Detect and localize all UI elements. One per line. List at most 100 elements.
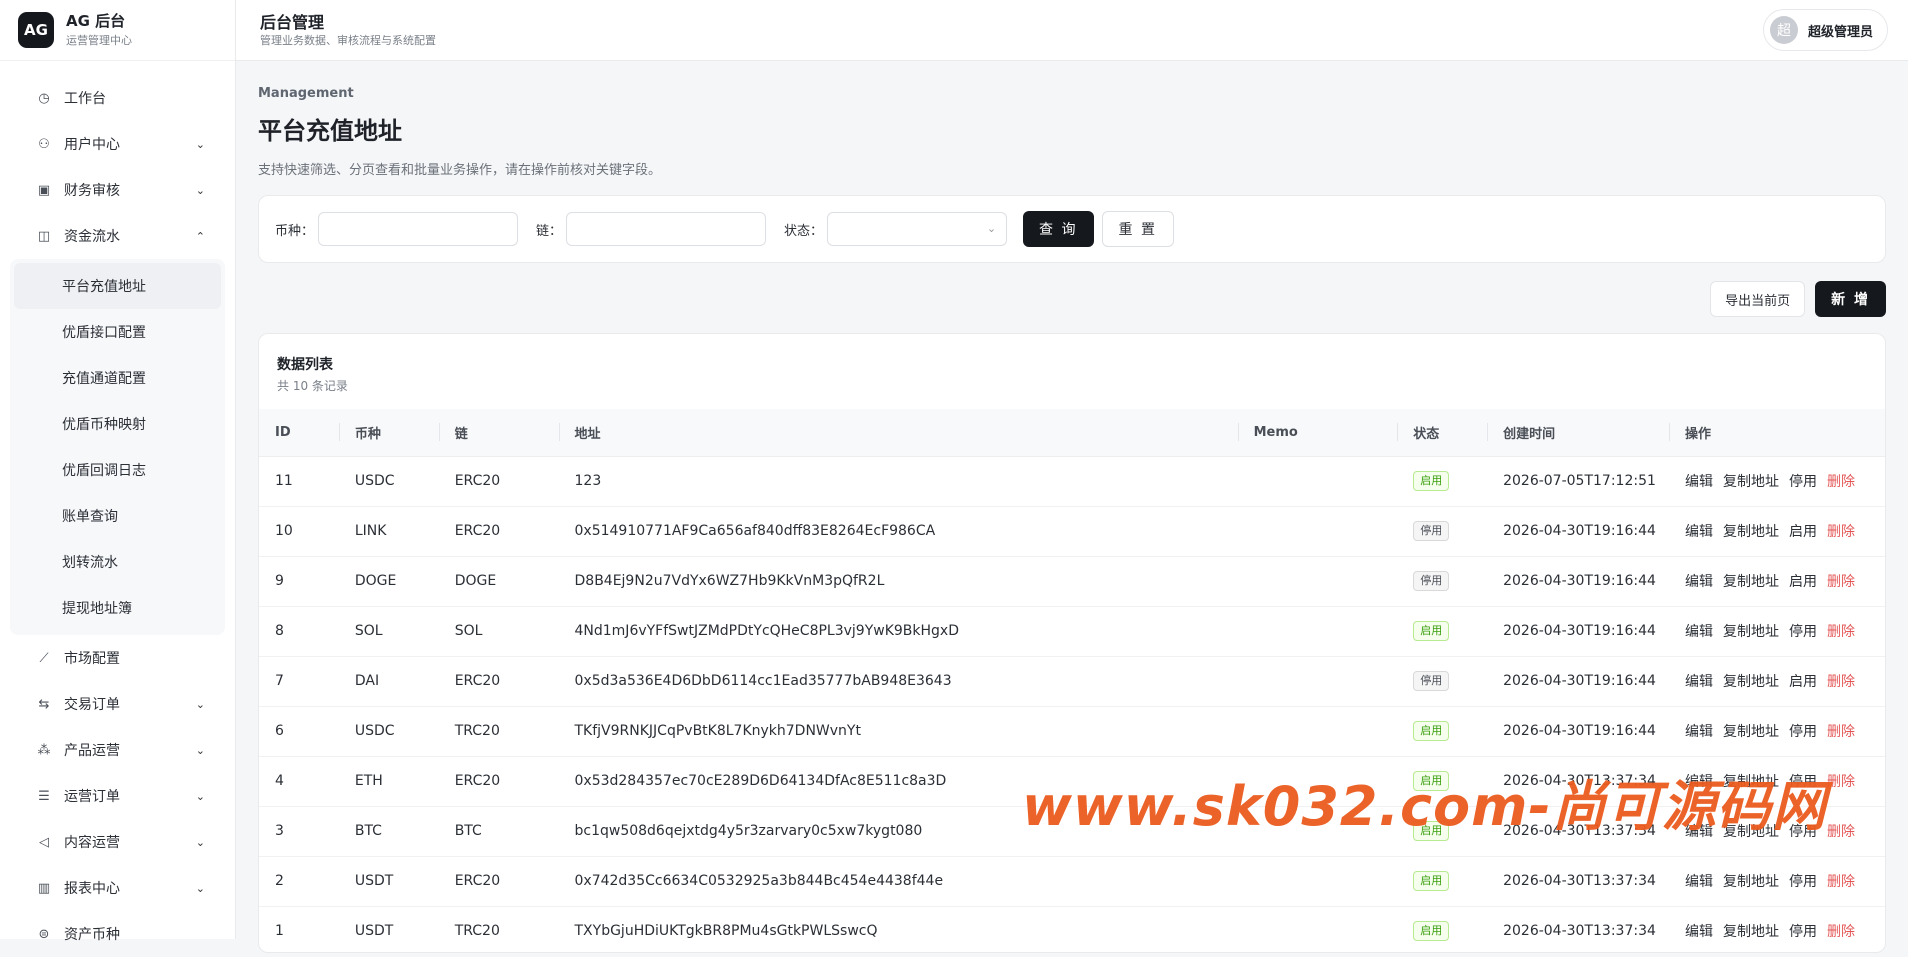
chevron-icon: ⌄ — [195, 137, 205, 151]
status-badge: 启用 — [1413, 821, 1450, 841]
cell-status: 启用 — [1397, 756, 1488, 807]
sidebar-item-label: 资产币种 — [64, 927, 120, 943]
submenu-item[interactable]: 优盾回调日志 — [10, 447, 225, 493]
sidebar-item[interactable]: ◷ 工作台 — [0, 75, 235, 121]
submenu-item[interactable]: 优盾接口配置 — [10, 309, 225, 355]
sidebar-item-label: 产品运营 — [64, 743, 120, 759]
delete-link[interactable]: 删除 — [1827, 724, 1855, 740]
reset-button[interactable]: 重 置 — [1101, 211, 1174, 247]
column-header: 币种 — [338, 409, 439, 457]
cell-operations: 编辑 复制地址 启用 删除 — [1669, 506, 1885, 557]
delete-link[interactable]: 删除 — [1827, 474, 1855, 490]
toggle-status-link[interactable]: 启用 — [1789, 674, 1817, 690]
edit-link[interactable]: 编辑 — [1685, 674, 1713, 690]
submenu-item[interactable]: 账单查询 — [10, 493, 225, 539]
submenu-item[interactable]: 提现地址簿 — [10, 585, 225, 631]
sidebar-item[interactable]: ⊜ 资产币种 — [0, 911, 235, 957]
table-row: 4 ETH ERC20 0x53d284357ec70cE289D6D64134DfA… — [259, 756, 1885, 807]
cell-address: 0x53d284357ec70cE289D6D64134DfAc8E511c8a… — [558, 756, 1238, 807]
sidebar-item[interactable]: ⁂ 产品运营 ⌄ — [0, 727, 235, 773]
delete-link[interactable]: 删除 — [1827, 524, 1855, 540]
sidebar-item[interactable]: ⚇ 用户中心 ⌄ — [0, 121, 235, 167]
copy-address-link[interactable]: 复制地址 — [1723, 724, 1779, 740]
table-title: 数据列表 — [277, 357, 333, 373]
cell-coin: DOGE — [338, 556, 439, 607]
cell-memo — [1237, 906, 1398, 952]
sidebar-item-label: 运营订单 — [64, 789, 120, 805]
export-button[interactable]: 导出当前页 — [1710, 281, 1806, 317]
cell-address: TXYbGjuHDiUKTgkBR8PMu4sGtkPWLSswcQ — [558, 906, 1238, 952]
edit-link[interactable]: 编辑 — [1685, 474, 1713, 490]
sidebar-item[interactable]: ◁ 内容运营 ⌄ — [0, 819, 235, 865]
status-select[interactable]: ⌄ — [827, 212, 1008, 246]
brand[interactable]: AG AG 后台 运营管理中心 — [0, 0, 235, 61]
submenu-item[interactable]: 优盾币种映射 — [10, 401, 225, 447]
edit-link[interactable]: 编辑 — [1685, 574, 1713, 590]
coin-label: 币种： — [275, 223, 315, 239]
cell-id: 10 — [259, 506, 339, 557]
toggle-status-link[interactable]: 停用 — [1789, 874, 1817, 890]
sidebar-item[interactable]: ⟋ 市场配置 — [0, 635, 235, 681]
coin-input[interactable] — [318, 212, 519, 246]
copy-address-link[interactable]: 复制地址 — [1723, 624, 1779, 640]
submenu-item[interactable]: 充值通道配置 — [10, 355, 225, 401]
chain-input[interactable] — [566, 212, 767, 246]
delete-link[interactable]: 删除 — [1827, 874, 1855, 890]
delete-link[interactable]: 删除 — [1827, 824, 1855, 840]
coin-icon: ⊜ — [38, 926, 50, 942]
toggle-status-link[interactable]: 停用 — [1789, 924, 1817, 940]
toggle-status-link[interactable]: 停用 — [1789, 474, 1817, 490]
edit-link[interactable]: 编辑 — [1685, 824, 1713, 840]
sidebar-item[interactable]: ▣ 财务审核 ⌄ — [0, 167, 235, 213]
table-row: 7 DAI ERC20 0x5d3a536E4D6DbD6114cc1Ead35777… — [259, 656, 1885, 707]
edit-link[interactable]: 编辑 — [1685, 874, 1713, 890]
submenu-item[interactable]: 平台充值地址 — [14, 263, 221, 309]
add-button[interactable]: 新 增 — [1815, 281, 1886, 317]
edit-link[interactable]: 编辑 — [1685, 624, 1713, 640]
copy-address-link[interactable]: 复制地址 — [1723, 674, 1779, 690]
delete-link[interactable]: 删除 — [1827, 624, 1855, 640]
edit-link[interactable]: 编辑 — [1685, 724, 1713, 740]
status-badge: 启用 — [1413, 871, 1450, 891]
edit-link[interactable]: 编辑 — [1685, 524, 1713, 540]
submenu-item[interactable]: 划转流水 — [10, 539, 225, 585]
cell-status: 停用 — [1397, 656, 1488, 707]
query-button[interactable]: 查 询 — [1023, 211, 1094, 247]
cell-operations: 编辑 复制地址 停用 删除 — [1669, 756, 1885, 807]
copy-address-link[interactable]: 复制地址 — [1723, 524, 1779, 540]
copy-address-link[interactable]: 复制地址 — [1723, 874, 1779, 890]
toggle-status-link[interactable]: 停用 — [1789, 774, 1817, 790]
user-menu[interactable]: 超 超级管理员 — [1762, 9, 1888, 51]
sidebar-item[interactable]: ☰ 运营订单 ⌄ — [0, 773, 235, 819]
copy-address-link[interactable]: 复制地址 — [1723, 474, 1779, 490]
toggle-status-link[interactable]: 停用 — [1789, 624, 1817, 640]
toggle-status-link[interactable]: 启用 — [1789, 574, 1817, 590]
chevron-icon: ⌃ — [195, 229, 205, 243]
sidebar-item-label: 内容运营 — [64, 835, 120, 851]
cell-created-time: 2026-04-30T13:37:34 — [1487, 756, 1670, 807]
delete-link[interactable]: 删除 — [1827, 774, 1855, 790]
copy-address-link[interactable]: 复制地址 — [1723, 924, 1779, 940]
toggle-status-link[interactable]: 停用 — [1789, 824, 1817, 840]
toggle-status-link[interactable]: 停用 — [1789, 724, 1817, 740]
wallet-icon: ◫ — [37, 228, 51, 244]
column-header: ID — [259, 409, 339, 457]
chevron-icon: ⌄ — [195, 697, 205, 711]
cell-address: 123 — [558, 456, 1238, 507]
copy-address-link[interactable]: 复制地址 — [1723, 574, 1779, 590]
cell-address: 0x514910771AF9Ca656af840dff83E8264EcF986… — [558, 506, 1238, 557]
edit-link[interactable]: 编辑 — [1685, 774, 1713, 790]
sidebar-item[interactable]: ⇆ 交易订单 ⌄ — [0, 681, 235, 727]
sidebar-item[interactable]: ▥ 报表中心 ⌄ — [0, 865, 235, 911]
edit-link[interactable]: 编辑 — [1685, 924, 1713, 940]
cell-memo — [1237, 706, 1398, 757]
sidebar-item[interactable]: ◫ 资金流水 ⌃ — [0, 213, 235, 259]
delete-link[interactable]: 删除 — [1827, 674, 1855, 690]
copy-address-link[interactable]: 复制地址 — [1723, 824, 1779, 840]
copy-address-link[interactable]: 复制地址 — [1723, 774, 1779, 790]
delete-link[interactable]: 删除 — [1827, 924, 1855, 940]
column-header: 状态 — [1397, 409, 1488, 457]
toggle-status-link[interactable]: 启用 — [1789, 524, 1817, 540]
status-badge: 启用 — [1413, 921, 1450, 941]
delete-link[interactable]: 删除 — [1827, 574, 1855, 590]
